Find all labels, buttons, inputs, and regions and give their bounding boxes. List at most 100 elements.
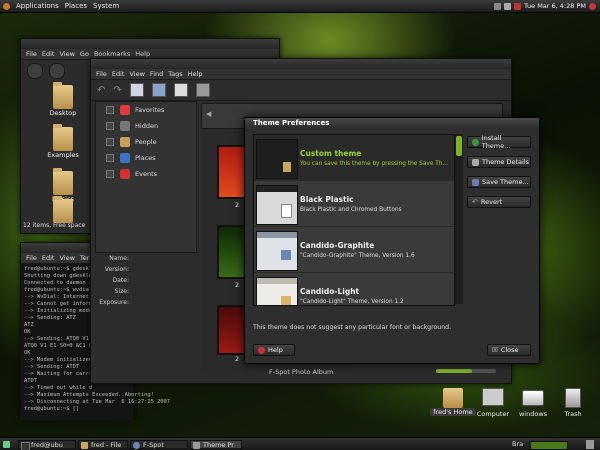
slideshow-icon[interactable] — [195, 83, 210, 97]
tag-icon — [120, 121, 130, 131]
file-browser-titlebar[interactable] — [21, 39, 279, 49]
tag-checkbox[interactable] — [106, 170, 114, 178]
install-theme-label: Install Theme... — [481, 134, 511, 150]
top-panel: Applications Places System Tue Mar 6, 4:… — [0, 0, 600, 13]
show-desktop-icon[interactable] — [3, 441, 10, 448]
info-label: Size: — [114, 288, 129, 295]
edit-view-icon[interactable] — [151, 83, 166, 97]
terminal-line: --> Timed out while d — [24, 385, 93, 391]
desktop: Applications Places System Tue Mar 6, 4:… — [0, 0, 600, 450]
menu-view[interactable]: View — [129, 70, 144, 78]
menu-file[interactable]: File — [26, 254, 37, 262]
theme-list[interactable]: Custom theme You can save this theme by … — [253, 134, 455, 306]
mail-icon[interactable] — [514, 2, 522, 10]
trash-applet-icon[interactable] — [586, 440, 594, 449]
volume-icon[interactable] — [504, 2, 512, 10]
theme-name: Candido-Graphite — [300, 241, 375, 250]
theme-row-candido-graphite[interactable]: Candido-Graphite "Candido-Graphite" Them… — [254, 227, 454, 273]
zoom-slider[interactable] — [436, 369, 496, 373]
menu-tags[interactable]: Tags — [168, 70, 182, 78]
menu-file[interactable]: File — [26, 50, 37, 58]
photo-icon — [133, 442, 140, 449]
examples-folder-icon[interactable] — [53, 124, 73, 151]
install-icon — [472, 138, 479, 146]
menu-file[interactable]: File — [96, 70, 107, 78]
desktop-icon-trash[interactable]: Trash — [550, 388, 596, 418]
menu-find[interactable]: Find — [150, 70, 163, 78]
folder-icon[interactable] — [53, 196, 73, 223]
menu-view[interactable]: View — [59, 254, 74, 262]
menu-go[interactable]: Go — [80, 50, 89, 58]
install-theme-button[interactable]: Install Theme... — [467, 134, 531, 150]
menu-help[interactable]: Help — [135, 50, 150, 58]
menu-edit[interactable]: Edit — [112, 70, 125, 78]
info-label: Exposure: — [99, 299, 129, 306]
menu-places[interactable]: Places — [65, 2, 87, 10]
timeline-left-arrow-icon[interactable]: ◀ — [206, 110, 211, 118]
theme-details-button[interactable]: Theme Details — [467, 156, 531, 168]
close-button[interactable]: ☒ Close — [487, 344, 531, 356]
theme-name: Candido-Light — [300, 287, 360, 296]
task-photo-manager[interactable]: F-Spot — [130, 440, 188, 449]
theme-row-black-plastic[interactable]: Black Plastic Black Plastic and Chromed … — [254, 181, 454, 227]
tag-checkbox[interactable] — [106, 122, 114, 130]
menu-help[interactable]: Help — [188, 70, 203, 78]
terminal-line: fred@ubuntu:~$ [] — [24, 406, 80, 412]
folder-label: Examples — [47, 151, 79, 159]
workspace-switcher[interactable] — [530, 441, 568, 450]
musics-folder-icon[interactable] — [53, 168, 73, 195]
tag-label: Hidden — [135, 122, 159, 130]
terminal-icon — [21, 442, 30, 450]
tag-item[interactable]: Events — [96, 166, 196, 182]
task-theme-preferences[interactable]: Theme Pr — [190, 440, 242, 449]
scrollbar-thumb[interactable] — [456, 136, 462, 156]
photo-manager-menubar: File Edit View Find Tags Help — [91, 69, 511, 80]
network-icon[interactable] — [494, 2, 502, 10]
tag-checkbox[interactable] — [106, 106, 114, 114]
help-button[interactable]: Help — [253, 344, 295, 356]
fullscreen-icon[interactable] — [173, 83, 188, 97]
back-button[interactable] — [27, 63, 43, 79]
tag-item[interactable]: Favorites — [96, 102, 196, 118]
rotate-left-icon[interactable]: ↶ — [97, 85, 105, 96]
tag-item[interactable]: People — [96, 134, 196, 150]
dialog-title[interactable]: Theme Preferences — [245, 118, 539, 128]
tag-item[interactable]: Places — [96, 150, 196, 166]
menu-applications[interactable]: Applications — [16, 2, 59, 10]
browse-view-icon[interactable] — [129, 83, 144, 97]
info-label: Name: — [109, 255, 129, 262]
tag-sidebar: Favorites Hidden People Places Events — [95, 101, 197, 253]
desktop-folder-icon[interactable] — [53, 82, 73, 109]
theme-description: Black Plastic and Chromed Buttons — [300, 207, 402, 213]
task-terminal[interactable]: fred@ubu — [18, 440, 76, 450]
rotate-right-icon[interactable]: ↷ — [113, 85, 121, 96]
photo-label: 2 — [235, 355, 240, 363]
theme-row-candido-light[interactable]: Candido-Light "Candido-Light" Theme, Ver… — [254, 273, 454, 305]
tag-item[interactable]: Hidden — [96, 118, 196, 134]
clock[interactable]: Tue Mar 6, 4:28 PM — [524, 2, 586, 10]
theme-name: Custom theme — [300, 149, 362, 158]
task-label: fred@ubu — [31, 441, 63, 449]
theme-icon — [193, 442, 200, 449]
theme-list-scrollbar[interactable] — [455, 134, 463, 304]
tag-checkbox[interactable] — [106, 138, 114, 146]
info-label: Date: — [112, 277, 129, 284]
menu-edit[interactable]: Edit — [42, 254, 55, 262]
theme-note: This theme does not suggest any particul… — [253, 324, 452, 331]
forward-button[interactable] — [49, 63, 65, 79]
info-pane: Name: Version: Date: Size: Exposure: — [95, 255, 195, 355]
workspace-label[interactable]: Bra — [512, 440, 523, 448]
save-theme-button[interactable]: Save Theme... — [467, 176, 531, 188]
menu-bookmarks[interactable]: Bookmarks — [94, 50, 130, 58]
task-file-browser[interactable]: fred - File — [78, 440, 128, 449]
revert-button[interactable]: ↶ Revert — [467, 196, 531, 208]
photo-manager-titlebar[interactable] — [91, 59, 511, 69]
tag-checkbox[interactable] — [106, 154, 114, 162]
menu-system[interactable]: System — [93, 2, 119, 10]
menu-edit[interactable]: Edit — [42, 50, 55, 58]
photo-label: 2 — [235, 201, 240, 209]
desktop-icon-label: Trash — [564, 410, 582, 418]
theme-row-custom[interactable]: Custom theme You can save this theme by … — [254, 135, 454, 181]
menu-view[interactable]: View — [59, 50, 74, 58]
power-icon[interactable] — [589, 2, 596, 10]
